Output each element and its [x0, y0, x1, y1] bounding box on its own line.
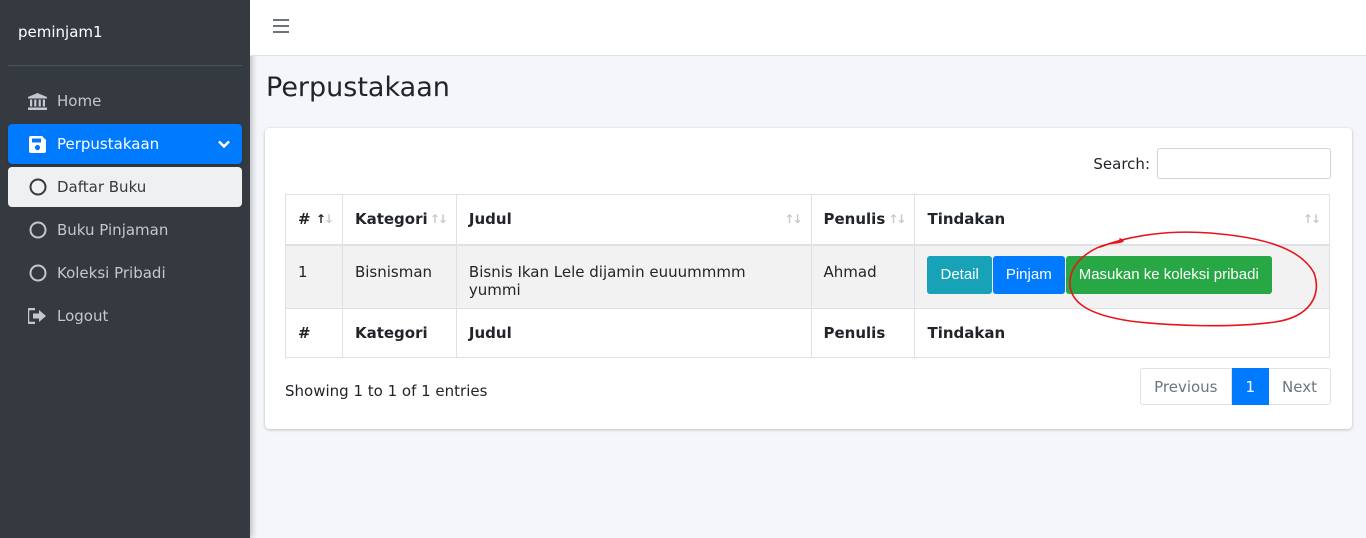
book-list-card: Search: # ↑↓ Kategori ↑↓ Judul ↑↓ Penulis ↑↓… — [265, 128, 1352, 429]
table-footer-row: # Kategori Judul Penulis Tindakan — [285, 308, 1330, 358]
circle-icon — [28, 178, 47, 197]
footer-header-kategori: Kategori — [341, 308, 457, 358]
brand-user[interactable]: peminjam1 — [8, 0, 242, 66]
bank-icon — [28, 92, 47, 111]
cell-judul: Bisnis Ikan Lele dijamin euuummmm yummi — [455, 244, 812, 309]
column-header-tindakan[interactable]: Tindakan ↑↓ — [914, 194, 1330, 246]
sidebar-item-home[interactable]: Home — [8, 81, 242, 121]
column-header-kategori[interactable]: Kategori ↑↓ — [341, 194, 457, 246]
sort-icon: ↑↓ — [429, 212, 448, 226]
pagination-page-1[interactable]: 1 — [1231, 368, 1270, 405]
add-to-collection-button[interactable]: Masukan ke koleksi pribadi — [1065, 255, 1272, 294]
sidebar-item-label: Logout — [57, 307, 109, 325]
cell-number: 1 — [285, 244, 343, 309]
save-icon — [28, 135, 47, 154]
footer-header-tindakan: Tindakan — [914, 308, 1330, 358]
detail-button[interactable]: Detail — [927, 255, 992, 294]
column-header-judul[interactable]: Judul ↑↓ — [455, 194, 812, 246]
chevron-down-icon — [218, 135, 230, 153]
sidebar-item-perpustakaan[interactable]: Perpustakaan — [8, 124, 242, 164]
sort-icon: ↑↓ — [784, 212, 802, 226]
sidebar-nav: Home Perpustakaan Daftar Buku Buku Pinja… — [0, 66, 250, 336]
circle-icon — [28, 221, 47, 240]
sidebar-item-label: Koleksi Pribadi — [57, 264, 166, 282]
pinjam-button[interactable]: Pinjam — [992, 255, 1065, 294]
sidebar-item-logout[interactable]: Logout — [8, 296, 242, 336]
sign-out-icon — [28, 307, 47, 326]
sidebar-item-buku-pinjaman[interactable]: Buku Pinjaman — [8, 210, 242, 250]
cell-kategori: Bisnisman — [341, 244, 457, 309]
pagination-previous[interactable]: Previous — [1140, 368, 1232, 405]
sidebar-item-daftar-buku[interactable]: Daftar Buku — [8, 167, 242, 207]
sort-icon: ↑↓ — [1302, 212, 1321, 226]
sort-asc-icon: ↑↓ — [315, 212, 334, 226]
page-title: Perpustakaan — [266, 72, 450, 103]
entries-info: Showing 1 to 1 of 1 entries — [285, 382, 488, 400]
search-row: Search: — [1093, 148, 1331, 179]
cell-penulis: Ahmad — [810, 244, 916, 309]
menu-toggle-icon[interactable] — [273, 19, 289, 35]
top-navbar — [250, 0, 1366, 56]
sort-icon: ↑↓ — [888, 212, 906, 226]
sidebar-item-label: Daftar Buku — [57, 178, 147, 196]
sidebar: peminjam1 Home Perpustakaan Daftar Buku — [0, 0, 250, 538]
footer-header-number: # — [285, 308, 343, 358]
circle-icon — [28, 264, 47, 283]
pagination-next[interactable]: Next — [1269, 368, 1331, 405]
table-row: 1 Bisnisman Bisnis Ikan Lele dijamin euu… — [285, 244, 1330, 309]
sidebar-item-koleksi-pribadi[interactable]: Koleksi Pribadi — [8, 253, 242, 293]
sidebar-item-label: Perpustakaan — [57, 135, 160, 153]
sidebar-item-label: Home — [57, 92, 102, 110]
search-label: Search: — [1093, 154, 1150, 173]
sidebar-item-label: Buku Pinjaman — [57, 221, 169, 239]
books-table: # ↑↓ Kategori ↑↓ Judul ↑↓ Penulis ↑↓ Tindaka… — [285, 194, 1330, 358]
footer-header-judul: Judul — [455, 308, 812, 358]
search-input[interactable] — [1157, 148, 1331, 179]
table-header-row: # ↑↓ Kategori ↑↓ Judul ↑↓ Penulis ↑↓ Tindaka… — [285, 194, 1330, 246]
footer-header-penulis: Penulis — [810, 308, 916, 358]
cell-tindakan: Detail Pinjam Masukan ke koleksi pribadi — [914, 244, 1330, 309]
column-header-number[interactable]: # ↑↓ — [285, 194, 343, 246]
pagination: Previous 1 Next — [1140, 368, 1331, 405]
column-header-penulis[interactable]: Penulis ↑↓ — [810, 194, 916, 246]
